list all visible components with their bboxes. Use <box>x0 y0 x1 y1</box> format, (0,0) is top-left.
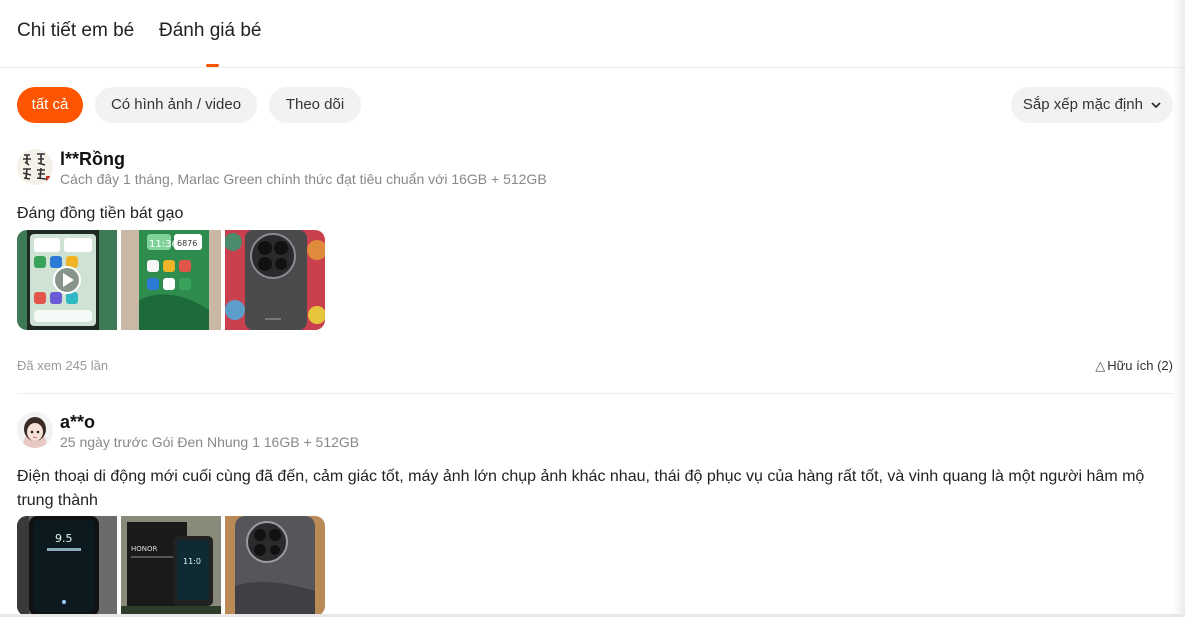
sort-dropdown[interactable]: Sắp xếp mặc định <box>1011 87 1173 123</box>
review-image[interactable]: 9.5 <box>17 516 117 616</box>
review-image[interactable]: HONOR 11:0 <box>121 516 221 616</box>
review-item: l**Rồng Cách đây 1 tháng, Marlac Green c… <box>17 147 1173 394</box>
chevron-down-icon <box>1151 87 1161 123</box>
review-meta: Cách đây 1 tháng, Marlac Green chính thứ… <box>60 171 547 187</box>
scroll-edge-shadow <box>1173 0 1185 617</box>
review-content: Đáng đồng tiền bát gạo <box>17 205 184 222</box>
filter-follow-button[interactable]: Theo dõi <box>269 87 361 123</box>
helpful-button[interactable]: △ Hữu ích (2) <box>1095 358 1173 374</box>
svg-text:HONOR: HONOR <box>131 545 158 553</box>
review-image[interactable]: 11:36 6876 <box>121 230 221 330</box>
view-count: Đã xem 245 lần <box>17 358 109 373</box>
svg-text:6876: 6876 <box>177 239 197 248</box>
review-image[interactable] <box>225 516 325 616</box>
review-content: Điện thoại di động mới cuối cùng đã đến,… <box>17 468 1145 509</box>
tab-reviews[interactable]: Đánh giá bé <box>159 20 261 42</box>
review-username[interactable]: a**o <box>60 412 95 433</box>
review-image-video[interactable] <box>17 230 117 330</box>
review-image[interactable] <box>225 230 325 330</box>
review-meta: 25 ngày trước Gói Đen Nhung 1 16GB + 512… <box>60 434 360 450</box>
active-tab-indicator <box>206 64 219 67</box>
svg-text:9.5: 9.5 <box>55 532 73 545</box>
svg-text:11:36: 11:36 <box>149 239 178 250</box>
thumbs-up-icon: △ <box>1095 358 1106 373</box>
svg-text:11:0: 11:0 <box>183 557 201 566</box>
tab-bar: Chi tiết em bé Đánh giá bé <box>0 0 1185 68</box>
review-item: a**o 25 ngày trước Gói Đen Nhung 1 16GB … <box>17 410 1173 620</box>
review-username[interactable]: l**Rồng <box>60 149 125 170</box>
tab-product-details[interactable]: Chi tiết em bé <box>17 20 134 42</box>
helpful-label: Hữu ích (2) <box>1107 358 1173 373</box>
filter-all-button[interactable]: tất cả <box>17 87 83 123</box>
avatar[interactable] <box>17 412 53 448</box>
avatar[interactable] <box>17 149 53 185</box>
filter-with-media-button[interactable]: Có hình ảnh / video <box>95 87 257 123</box>
sort-label: Sắp xếp mặc định <box>1022 96 1143 113</box>
